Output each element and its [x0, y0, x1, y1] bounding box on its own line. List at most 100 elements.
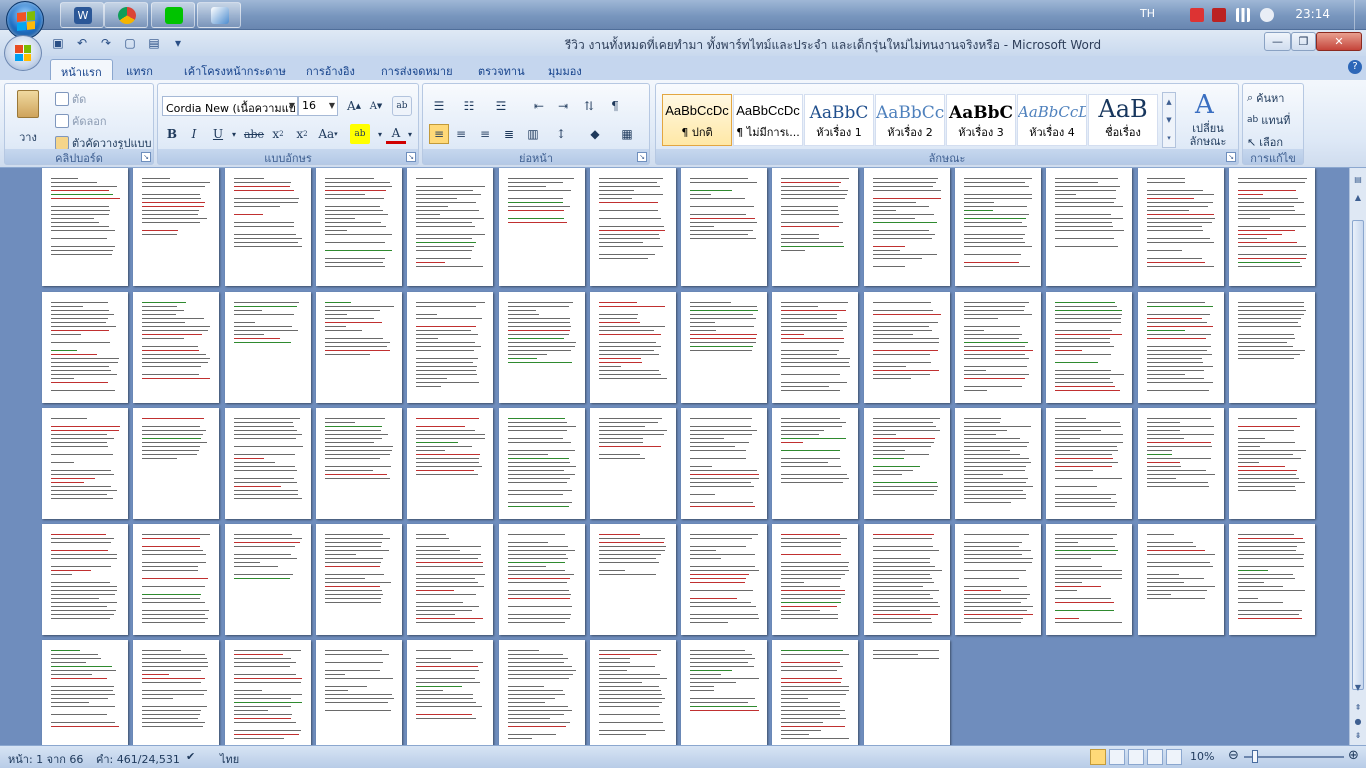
scroll-down-icon[interactable]: ▼ — [1352, 682, 1364, 694]
browse-object-icon[interactable]: ● — [1352, 716, 1364, 728]
page-thumbnail[interactable] — [224, 640, 311, 745]
minimize-button[interactable]: — — [1264, 32, 1291, 51]
replace-button[interactable]: ab แทนที่ — [1247, 111, 1290, 129]
print-layout-view-icon[interactable] — [1090, 749, 1106, 765]
page-thumbnail[interactable] — [681, 168, 768, 286]
style-tile-5[interactable]: AaBbC หัวเรื่อง 3 — [946, 94, 1016, 146]
decrease-indent-button[interactable]: ⇤ — [529, 96, 549, 116]
sort-button[interactable]: ⇅ — [579, 96, 599, 116]
styles-launcher-icon[interactable]: ↘ — [1226, 152, 1236, 162]
word-taskbar-button[interactable]: W — [60, 2, 104, 28]
grow-font-button[interactable]: A ▲ — [344, 96, 364, 116]
page-thumbnail[interactable] — [42, 640, 128, 745]
page-thumbnail[interactable] — [1137, 524, 1224, 635]
zoom-slider-knob[interactable] — [1252, 750, 1258, 763]
zoom-out-icon[interactable]: ⊖ — [1228, 748, 1239, 763]
strikethrough-button[interactable]: abe — [244, 124, 264, 144]
page-thumbnail[interactable] — [589, 408, 676, 519]
paint-taskbar-button[interactable] — [197, 2, 241, 28]
page-thumbnail[interactable] — [133, 408, 220, 519]
page-thumbnail[interactable] — [133, 640, 220, 745]
copy-button[interactable]: คัดลอก — [55, 112, 107, 130]
start-button[interactable] — [6, 1, 44, 39]
page-thumbnail[interactable] — [772, 408, 859, 519]
line-spacing-button[interactable]: ↕ — [551, 124, 571, 144]
office-button[interactable] — [4, 35, 42, 71]
next-page-icon[interactable]: ⇟ — [1352, 730, 1364, 742]
style-tile-1[interactable]: AaBbCcDc ¶ ปกติ — [662, 94, 732, 146]
style-tile-3[interactable]: AaBbC หัวเรื่อง 1 — [804, 94, 874, 146]
zoom-slider[interactable] — [1244, 756, 1344, 758]
page-thumbnail[interactable] — [589, 168, 676, 286]
previous-page-icon[interactable]: ⇞ — [1352, 702, 1364, 714]
page-thumbnail[interactable] — [224, 292, 311, 403]
page-thumbnail[interactable] — [863, 524, 950, 635]
page-thumbnail[interactable] — [1228, 168, 1315, 286]
superscript-button[interactable]: x2 — [292, 124, 312, 144]
align-center-button[interactable]: ≡ — [451, 124, 471, 144]
web-layout-view-icon[interactable] — [1128, 749, 1144, 765]
page-thumbnail[interactable] — [42, 168, 128, 286]
page-thumbnail[interactable] — [1046, 168, 1133, 286]
line-taskbar-button[interactable] — [151, 2, 195, 28]
volume-icon[interactable] — [1260, 8, 1274, 22]
page-thumbnail[interactable] — [863, 168, 950, 286]
page-thumbnail[interactable] — [498, 524, 585, 635]
page-thumbnail[interactable] — [498, 408, 585, 519]
security-icon[interactable] — [1190, 8, 1204, 22]
page-thumbnail[interactable] — [42, 524, 128, 635]
page-thumbnail[interactable] — [1228, 408, 1315, 519]
tab-references[interactable]: การอ้างอิง — [296, 59, 365, 80]
page-thumbnail[interactable] — [589, 640, 676, 745]
page-thumbnail[interactable] — [133, 524, 220, 635]
find-button[interactable]: ⌕ ค้นหา — [1247, 89, 1284, 107]
page-thumbnail[interactable] — [315, 168, 402, 286]
proofing-icon[interactable]: ✔ — [186, 750, 195, 763]
page-thumbnail[interactable] — [772, 168, 859, 286]
style-tile-2[interactable]: AaBbCcDc ¶ ไม่มีการเ... — [733, 94, 803, 146]
font-name-combo[interactable]: Cordia New (เนื้อความแบ ▼ — [162, 96, 298, 116]
show-marks-button[interactable]: ¶ — [605, 96, 625, 116]
tab-insert[interactable]: แทรก — [116, 59, 163, 80]
font-size-combo[interactable]: 16 ▼ — [298, 96, 338, 116]
language-status[interactable]: ไทย — [220, 750, 239, 768]
change-styles-button[interactable]: A เปลี่ยน ลักษณะ — [1182, 90, 1234, 150]
align-left-button[interactable]: ≡ — [429, 124, 449, 144]
scrollbar-thumb[interactable] — [1352, 220, 1364, 690]
document-area[interactable] — [0, 168, 1349, 745]
page-thumbnail[interactable] — [498, 292, 585, 403]
page-thumbnail[interactable] — [681, 524, 768, 635]
scroll-up-icon[interactable]: ▲ — [1352, 192, 1364, 204]
thai-distributed-button[interactable]: ▥ — [523, 124, 543, 144]
page-thumbnail[interactable] — [133, 292, 220, 403]
page-thumbnail[interactable] — [315, 524, 402, 635]
page-thumbnail[interactable] — [1228, 524, 1315, 635]
page-thumbnail[interactable] — [224, 168, 311, 286]
language-indicator[interactable]: TH — [1140, 7, 1155, 20]
subscript-button[interactable]: x2 — [268, 124, 288, 144]
page-thumbnail[interactable] — [863, 640, 950, 745]
page-thumbnail[interactable] — [315, 408, 402, 519]
change-case-button[interactable]: Aa ▾ — [318, 124, 338, 144]
chrome-taskbar-button[interactable] — [104, 2, 148, 28]
tab-home[interactable]: หน้าแรก — [50, 59, 113, 80]
numbering-button[interactable]: ☷ — [459, 96, 479, 116]
page-thumbnail[interactable] — [1046, 292, 1133, 403]
page-thumbnail[interactable] — [224, 408, 311, 519]
page-thumbnail[interactable] — [1137, 292, 1224, 403]
font-color-dropdown-icon[interactable]: ▾ — [404, 124, 416, 144]
page-thumbnail[interactable] — [498, 640, 585, 745]
style-gallery-scroll[interactable]: ▲ ▼ ▾ — [1162, 92, 1176, 148]
borders-button[interactable]: ▦ — [617, 124, 637, 144]
page-thumbnail[interactable] — [42, 292, 128, 403]
full-screen-reading-view-icon[interactable] — [1109, 749, 1125, 765]
page-thumbnail[interactable] — [407, 524, 494, 635]
justify-button[interactable]: ≣ — [499, 124, 519, 144]
page-thumbnail[interactable] — [1046, 524, 1133, 635]
page-thumbnail[interactable] — [589, 524, 676, 635]
show-desktop-button[interactable] — [1354, 0, 1366, 30]
page-thumbnail[interactable] — [1137, 168, 1224, 286]
style-tile-6[interactable]: AaBbCcD หัวเรื่อง 4 — [1017, 94, 1087, 146]
paragraph-launcher-icon[interactable]: ↘ — [637, 152, 647, 162]
style-tile-7[interactable]: AaB ชื่อเรื่อง — [1088, 94, 1158, 146]
